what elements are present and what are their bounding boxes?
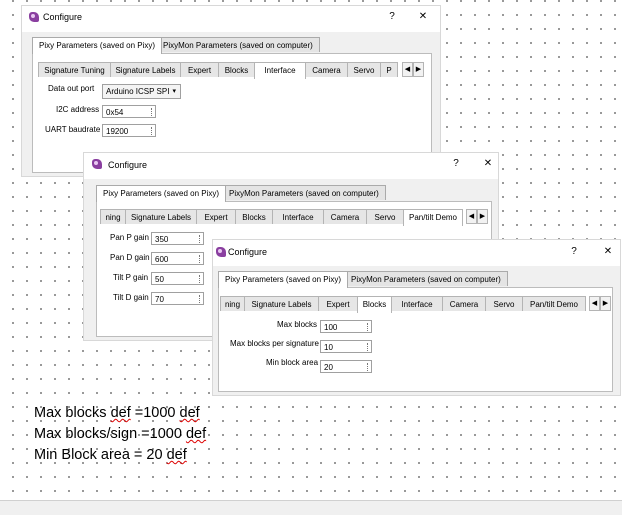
window-title: Configure	[228, 247, 268, 257]
outer-tabs: Pixy Parameters (saved on Pixy) PixyMon …	[32, 37, 432, 54]
tab-pixymon-parameters[interactable]: PixyMon Parameters (saved on computer)	[156, 37, 320, 52]
tab-scroll-right-icon[interactable]: ▶	[477, 209, 488, 224]
tab-signature-labels[interactable]: Signature Labels	[110, 62, 181, 77]
uart-baudrate-label: UART baudrate	[45, 125, 101, 134]
window-title: Configure	[43, 12, 83, 22]
data-out-port-label: Data out port	[48, 84, 95, 93]
pan-d-gain-field[interactable]: 600	[151, 252, 204, 265]
title-bar: Configure ? ✕	[84, 153, 498, 179]
help-button[interactable]: ?	[568, 246, 580, 257]
note-min-block-area: Min Block area = 20 def	[34, 447, 187, 463]
tab-scroll-left-icon[interactable]: ◀	[589, 296, 600, 311]
tab-expert[interactable]: Expert	[180, 62, 219, 77]
max-blocks-field[interactable]: 100	[320, 320, 372, 333]
pan-p-gain-label: Pan P gain	[110, 233, 149, 242]
max-blocks-label: Max blocks	[277, 320, 318, 329]
tab-scroll-left-icon[interactable]: ◀	[466, 209, 477, 224]
tab-interface[interactable]: Interface	[391, 296, 443, 311]
min-block-area-label: Min block area	[266, 358, 319, 367]
pixymon-icon	[216, 247, 226, 257]
tab-blocks[interactable]: Blocks	[235, 209, 273, 224]
tab-pixymon-parameters[interactable]: PixyMon Parameters (saved on computer)	[222, 185, 386, 200]
tilt-d-gain-label: Tilt D gain	[113, 293, 149, 302]
tilt-p-gain-field[interactable]: 50	[151, 272, 204, 285]
tilt-p-gain-label: Tilt P gain	[113, 273, 149, 282]
close-button[interactable]: ✕	[602, 246, 614, 257]
max-blocks-per-signature-field[interactable]: 10	[320, 340, 372, 353]
tab-servo[interactable]: Servo	[366, 209, 404, 224]
i2c-address-label: I2C address	[56, 105, 100, 114]
tab-camera[interactable]: Camera	[305, 62, 348, 77]
tab-expert[interactable]: Expert	[318, 296, 358, 311]
inner-tabs: ning Signature Labels Expert Blocks Inte…	[100, 209, 490, 226]
tab-signature-labels[interactable]: Signature Labels	[125, 209, 197, 224]
tab-blocks[interactable]: Blocks	[218, 62, 255, 77]
help-button[interactable]: ?	[386, 11, 398, 22]
tab-servo[interactable]: Servo	[347, 62, 381, 77]
chevron-down-icon: ▾	[172, 88, 176, 95]
note-max-blocks: Max blocks def =1000 def	[34, 405, 200, 421]
tab-pixy-parameters[interactable]: Pixy Parameters (saved on Pixy)	[218, 271, 349, 288]
data-out-port-select[interactable]: Arduino ICSP SPI ▾	[102, 84, 181, 99]
title-bar: Configure ? ✕	[22, 6, 440, 32]
note-max-blocks-per-sign: Max blocks/sign =1000 def	[34, 426, 207, 442]
min-block-area-field[interactable]: 20	[320, 360, 372, 373]
tab-scroll-right-icon[interactable]: ▶	[600, 296, 611, 311]
close-button[interactable]: ✕	[482, 158, 494, 169]
inner-tabs: ning Signature Labels Expert Blocks Inte…	[220, 296, 612, 313]
tilt-d-gain-field[interactable]: 70	[151, 292, 204, 305]
max-blocks-per-signature-label: Max blocks per signature	[230, 339, 319, 348]
configure-window-1: Configure ? ✕ Pixy Parameters (saved on …	[22, 6, 440, 176]
outer-tabs: Pixy Parameters (saved on Pixy) PixyMon …	[96, 185, 492, 202]
tab-pixy-parameters[interactable]: Pixy Parameters (saved on Pixy)	[96, 185, 227, 202]
tab-signature-tuning-partial[interactable]: ning	[100, 209, 126, 224]
configure-window-3: Configure ? ✕ Pixy Parameters (saved on …	[213, 240, 620, 395]
close-button[interactable]: ✕	[417, 11, 429, 22]
tab-scroll-left-icon[interactable]: ◀	[402, 62, 413, 77]
tab-pixymon-parameters[interactable]: PixyMon Parameters (saved on computer)	[344, 271, 508, 286]
tab-signature-tuning[interactable]: Signature Tuning	[38, 62, 111, 77]
tab-expert[interactable]: Expert	[196, 209, 236, 224]
help-button[interactable]: ?	[450, 158, 462, 169]
pixymon-icon	[29, 12, 39, 22]
window-title: Configure	[108, 160, 148, 170]
i2c-address-field[interactable]: 0x54	[102, 105, 156, 118]
inner-tabs: Signature Tuning Signature Labels Expert…	[38, 62, 424, 79]
pan-p-gain-field[interactable]: 350	[151, 232, 204, 245]
pixymon-icon	[92, 159, 102, 169]
tab-signature-tuning-partial[interactable]: ning	[220, 296, 245, 311]
tab-blocks[interactable]: Blocks	[357, 296, 392, 313]
status-bar	[0, 500, 622, 515]
title-bar: Configure ? ✕	[213, 240, 620, 266]
tab-interface[interactable]: Interface	[254, 62, 306, 79]
tab-pan-tilt-demo[interactable]: Pan/tilt Demo	[522, 296, 586, 311]
tab-interface[interactable]: Interface	[272, 209, 324, 224]
data-out-port-value: Arduino ICSP SPI	[106, 87, 170, 96]
outer-tabs: Pixy Parameters (saved on Pixy) PixyMon …	[218, 271, 613, 288]
tab-signature-labels[interactable]: Signature Labels	[244, 296, 319, 311]
tab-servo[interactable]: Servo	[485, 296, 523, 311]
uart-baudrate-field[interactable]: 19200	[102, 124, 156, 137]
tab-scroll-right-icon[interactable]: ▶	[413, 62, 424, 77]
tab-camera[interactable]: Camera	[442, 296, 486, 311]
tab-pixy-parameters[interactable]: Pixy Parameters (saved on Pixy)	[32, 37, 163, 54]
tab-camera[interactable]: Camera	[323, 209, 367, 224]
pan-d-gain-label: Pan D gain	[110, 253, 150, 262]
tab-pan-tilt-demo[interactable]: Pan/tilt Demo	[403, 209, 463, 226]
tab-pan-tilt-partial[interactable]: P	[380, 62, 398, 77]
